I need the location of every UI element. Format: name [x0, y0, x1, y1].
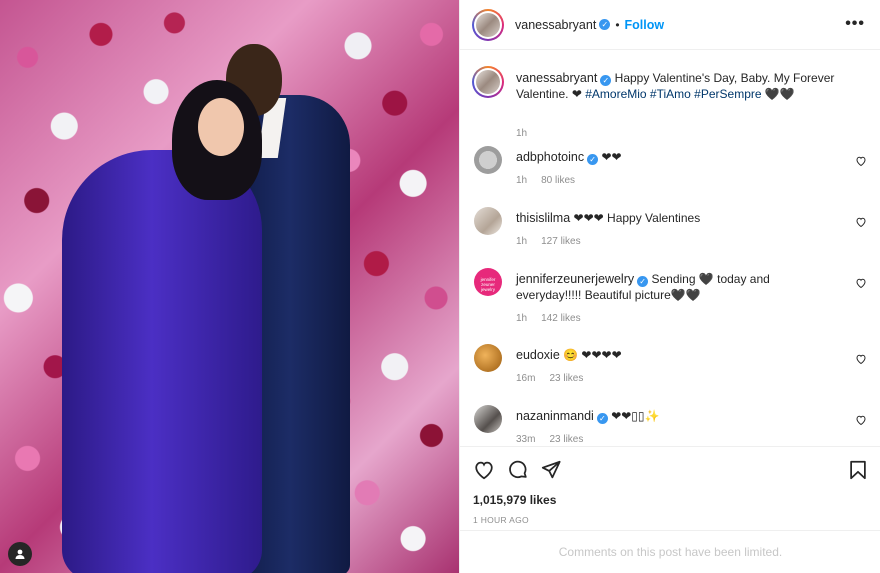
comment-item: thisislilma ❤❤❤ Happy Valentines 1h 127 l… — [472, 207, 867, 259]
comment-body: ❤❤ — [601, 150, 622, 164]
comment-likes[interactable]: 80 likes — [541, 175, 575, 186]
verified-badge-icon: ✓ — [600, 75, 612, 86]
photo-figure-woman — [62, 150, 262, 573]
commenter-avatar[interactable] — [474, 146, 502, 174]
caption-emoji: 🖤🖤 — [764, 87, 795, 101]
comment-likes[interactable]: 23 likes — [549, 373, 583, 384]
commenter-avatar[interactable] — [474, 405, 502, 433]
post-details-panel: vanessabryant ✓ • Follow ••• vanessabrya… — [459, 0, 880, 573]
comment-time[interactable]: 1h — [516, 175, 527, 186]
comment-meta: 1h 142 likes — [516, 313, 581, 324]
comment-body: 😊 ❤❤❤❤ — [563, 348, 622, 362]
photo-face-woman — [198, 98, 244, 156]
caption-text: vanessabryant ✓ Happy Valentine's Day, Ba… — [516, 70, 856, 102]
comment-likes[interactable]: 127 likes — [541, 236, 580, 247]
like-heart-icon[interactable] — [473, 459, 495, 481]
follow-button[interactable]: Follow — [625, 18, 665, 32]
comment-time[interactable]: 33m — [516, 434, 535, 445]
share-paper-plane-icon[interactable] — [540, 459, 562, 481]
post-header: vanessabryant ✓ • Follow ••• — [460, 0, 880, 50]
comment-time[interactable]: 1h — [516, 236, 527, 247]
comment-item: eudoxie 😊 ❤❤❤❤ 16m 23 likes — [472, 344, 867, 396]
save-bookmark-icon[interactable] — [847, 459, 869, 481]
comment-time[interactable]: 16m — [516, 373, 535, 384]
commenter-avatar[interactable]: jennifer zeuner jewelry — [474, 268, 502, 296]
post-actions: 1,015,979 likes 1 HOUR AGO — [460, 446, 880, 530]
like-comment-heart-icon[interactable] — [855, 277, 867, 289]
more-options-icon[interactable]: ••• — [845, 15, 865, 33]
comment-text: eudoxie 😊 ❤❤❤❤ — [516, 347, 836, 363]
commenter-username[interactable]: adbphotoinc — [516, 150, 584, 164]
commenter-username[interactable]: eudoxie — [516, 348, 560, 362]
commenter-avatar[interactable] — [474, 207, 502, 235]
caption-author-avatar[interactable] — [472, 66, 504, 98]
commenter-username[interactable]: jenniferzeunerjewelry — [516, 272, 634, 286]
comment-body: ❤❤❤ Happy Valentines — [573, 211, 701, 225]
comment-likes[interactable]: 142 likes — [541, 313, 580, 324]
caption-username[interactable]: vanessabryant — [516, 71, 597, 85]
verified-badge-icon: ✓ — [596, 413, 608, 424]
comment-likes[interactable]: 23 likes — [549, 434, 583, 445]
verified-badge-icon: ✓ — [587, 154, 599, 165]
comments-limited-notice: Comments on this post have been limited. — [460, 530, 880, 573]
author-avatar[interactable] — [472, 8, 504, 41]
like-comment-heart-icon[interactable] — [855, 155, 867, 167]
comment-item: jennifer zeuner jewelry jenniferzeunerje… — [472, 268, 867, 334]
likes-count[interactable]: 1,015,979 likes — [473, 493, 556, 507]
comment-text: thisislilma ❤❤❤ Happy Valentines — [516, 210, 836, 226]
comment-meta: 1h 127 likes — [516, 236, 581, 247]
comment-meta: 1h 80 likes — [516, 175, 575, 186]
comments-list[interactable]: vanessabryant ✓ Happy Valentine's Day, Ba… — [460, 50, 880, 446]
comment-meta: 33m 23 likes — [516, 434, 583, 445]
hashtag-link[interactable]: #PerSempre — [694, 87, 761, 101]
comment-text: jenniferzeunerjewelry ✓ Sending 🖤 today a… — [516, 271, 836, 303]
like-comment-heart-icon[interactable] — [855, 216, 867, 228]
comment-time[interactable]: 1h — [516, 313, 527, 324]
verified-badge-icon: ✓ — [599, 19, 611, 30]
separator-dot: • — [615, 17, 620, 32]
comment-text: nazaninmandi ✓ ❤❤▯▯✨ — [516, 408, 836, 424]
like-comment-heart-icon[interactable] — [855, 353, 867, 365]
comment-bubble-icon[interactable] — [507, 459, 529, 481]
post-photo[interactable] — [0, 0, 459, 573]
commenter-username[interactable]: thisislilma — [516, 211, 570, 225]
comment-text: adbphotoinc ✓ ❤❤ — [516, 149, 836, 165]
author-username[interactable]: vanessabryant — [515, 18, 596, 32]
comment-meta: 16m 23 likes — [516, 373, 583, 384]
tagged-users-button[interactable] — [8, 542, 32, 566]
hashtag-link[interactable]: #TiAmo — [650, 87, 691, 101]
commenter-username[interactable]: nazaninmandi — [516, 409, 594, 423]
commenter-avatar[interactable] — [474, 344, 502, 372]
like-comment-heart-icon[interactable] — [855, 414, 867, 426]
comment-body: ❤❤▯▯✨ — [611, 409, 660, 423]
comment-item: nazaninmandi ✓ ❤❤▯▯✨ 33m 23 likes — [472, 405, 867, 446]
verified-badge-icon: ✓ — [637, 276, 649, 287]
user-icon — [15, 549, 25, 559]
comment-item: adbphotoinc ✓ ❤❤ 1h 80 likes — [472, 146, 867, 198]
caption-time[interactable]: 1h — [516, 128, 527, 139]
post-timestamp[interactable]: 1 HOUR AGO — [473, 515, 529, 525]
hashtag-link[interactable]: #AmoreMio — [585, 87, 646, 101]
